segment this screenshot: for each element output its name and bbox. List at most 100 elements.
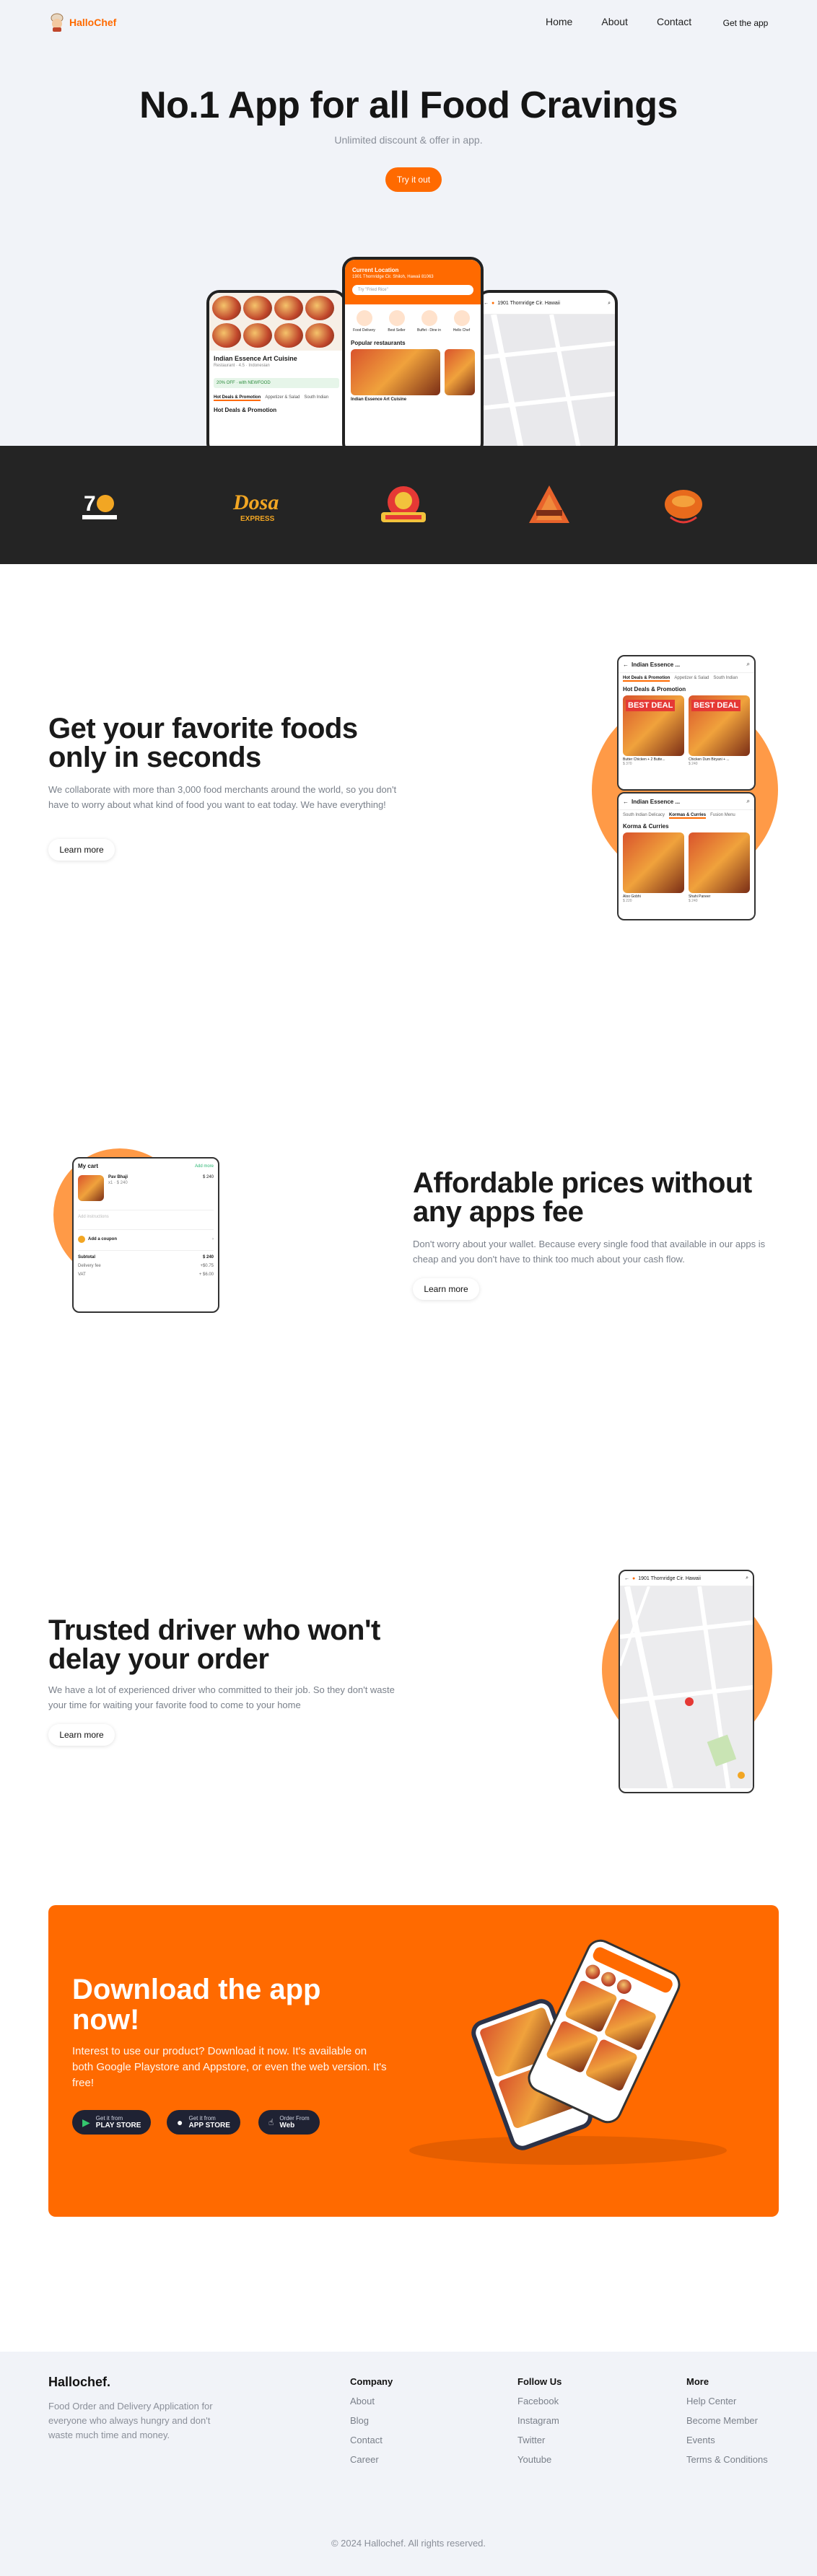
feature-1-screen-top: ← Indian Essence ... ⌕ Hot Deals & Promo… xyxy=(617,655,756,791)
footer: Hallochef. Food Order and Delivery Appli… xyxy=(0,2352,817,2576)
hero-subtitle: Unlimited discount & offer in app. xyxy=(334,134,483,146)
footer-column-more: More Help Center Become Member Events Te… xyxy=(686,2376,768,2474)
section-title: Hot Deals & Promotion xyxy=(214,407,277,413)
location-pin-icon: ● xyxy=(491,301,495,306)
download-phones-illustration xyxy=(409,1935,727,2194)
back-arrow-icon[interactable]: ← xyxy=(623,799,629,805)
search-icon[interactable]: ⌕ xyxy=(608,301,611,307)
location-pin-icon: ● xyxy=(632,1575,636,1581)
footer-link-blog[interactable]: Blog xyxy=(350,2415,393,2426)
apple-icon: ● xyxy=(177,2116,183,2128)
search-icon[interactable]: ⌕ xyxy=(746,1575,748,1581)
search-icon[interactable]: ⌕ xyxy=(747,798,750,805)
current-location-title: Current Location xyxy=(352,267,399,273)
footer-column-title: Follow Us xyxy=(517,2376,562,2387)
category-best-seller[interactable]: Best Seller xyxy=(383,310,411,333)
footer-link-youtube[interactable]: Youtube xyxy=(517,2454,562,2465)
current-location-address: 1901 Thornridge Cir. Shiloh, Hawaii 8106… xyxy=(352,275,434,279)
search-input[interactable]: Try "Fried Rice" xyxy=(352,285,473,295)
order-from-web-button[interactable]: ☝ Order From Web xyxy=(258,2110,320,2135)
hero-title: No.1 App for all Food Cravings xyxy=(139,84,678,126)
brand-logo-yumn-chef xyxy=(658,480,709,531)
coupon-row[interactable]: Add a coupon › xyxy=(78,1229,214,1243)
add-more-link[interactable]: Add more xyxy=(195,1164,214,1169)
app-store-button[interactable]: ● Get it from APP STORE xyxy=(167,2110,240,2135)
back-arrow-icon[interactable]: ← xyxy=(623,661,629,668)
footer-column-title: Company xyxy=(350,2376,393,2387)
map-view[interactable] xyxy=(620,1586,753,1788)
footer-link-about[interactable]: About xyxy=(350,2396,393,2406)
footer-link-become-member[interactable]: Become Member xyxy=(686,2415,768,2426)
back-arrow-icon[interactable]: ← xyxy=(624,1576,629,1581)
footer-column-title: More xyxy=(686,2376,709,2387)
category-buffet[interactable]: Buffet - Dine in xyxy=(415,310,444,333)
cart-item-name: Pav Bhaji xyxy=(108,1175,128,1179)
tab-hot-deals[interactable]: Hot Deals & Promotion xyxy=(623,676,670,682)
map-address: 1901 Thornridge Cir. Hawaii xyxy=(638,1575,701,1581)
category-food-delivery[interactable]: Food Delivery xyxy=(350,310,379,333)
tab-south-indian[interactable]: South Indian xyxy=(713,676,738,682)
hero-phone-center: Current Location 1901 Thornridge Cir. Sh… xyxy=(342,257,484,446)
download-banner: Download the app now! Interest to use ou… xyxy=(48,1905,779,2217)
footer-link-help-center[interactable]: Help Center xyxy=(686,2396,768,2406)
search-icon[interactable]: ⌕ xyxy=(747,661,750,668)
dish-card[interactable]: Aloo Gobhi $ 220 xyxy=(623,832,684,903)
footer-link-instagram[interactable]: Instagram xyxy=(517,2415,562,2426)
feature-2-learn-more-button[interactable]: Learn more xyxy=(413,1278,479,1300)
top-nav: HalloChef Home About Contact Get the app xyxy=(0,0,817,45)
tab-kormas[interactable]: Kormas & Curries xyxy=(669,813,707,819)
back-arrow-icon[interactable]: ← xyxy=(484,301,489,306)
download-title: Download the app now! xyxy=(72,1974,321,2036)
food-grid-image xyxy=(209,293,344,351)
feature-1-learn-more-button[interactable]: Learn more xyxy=(48,839,115,861)
footer-link-twitter[interactable]: Twitter xyxy=(517,2435,562,2445)
feature-2-description: Don't worry about your wallet. Because e… xyxy=(413,1239,766,1265)
footer-link-career[interactable]: Career xyxy=(350,2454,393,2465)
dish-card[interactable]: Shahi Paneer $ 240 xyxy=(689,832,750,903)
feature-2-title: Affordable prices without any apps fee xyxy=(413,1167,752,1228)
promo-banner: 20% OFF · with NEWFOOD xyxy=(214,378,339,388)
try-it-out-button[interactable]: Try it out xyxy=(385,167,442,192)
chef-logo-icon xyxy=(51,13,64,32)
logo-text: HalloChef xyxy=(69,17,117,28)
tab-hot-deals[interactable]: Hot Deals & Promotion xyxy=(214,395,261,401)
hero-phone-left: Indian Essence Art Cuisine Restaurant · … xyxy=(206,290,346,446)
svg-text:Dosa: Dosa xyxy=(232,491,279,514)
nav-links: Home About Contact xyxy=(546,16,691,27)
footer-link-facebook[interactable]: Facebook xyxy=(517,2396,562,2406)
restaurant-card[interactable]: Indian Essence Art Cuisine xyxy=(351,349,440,402)
feature-3-learn-more-button[interactable]: Learn more xyxy=(48,1724,115,1746)
footer-link-terms[interactable]: Terms & Conditions xyxy=(686,2454,768,2465)
restaurant-card[interactable] xyxy=(444,349,475,402)
footer-link-events[interactable]: Events xyxy=(686,2435,768,2445)
brand-logo-golden-spice xyxy=(524,480,574,531)
download-description: Interest to use our product? Download it… xyxy=(72,2045,387,2089)
chevron-right-icon: › xyxy=(212,1237,214,1241)
tab-fusion[interactable]: Fusion Menu xyxy=(710,813,735,819)
category-tabs: Hot Deals & Promotion Appetizer & Salad … xyxy=(214,395,339,401)
screen-title: Indian Essence ... xyxy=(632,798,681,805)
hero-phone-right: ← ● 1901 Thornridge Cir. Hawaii ⌕ xyxy=(476,290,618,446)
restaurant-meta: Restaurant · 4.5 · Indonesian xyxy=(214,364,270,368)
screen-tabs: South Indian Delicacy Kormas & Curries F… xyxy=(619,810,754,822)
tab-south-indian-delicacy[interactable]: South Indian Delicacy xyxy=(623,813,665,819)
nav-link-contact[interactable]: Contact xyxy=(657,16,691,27)
play-store-button[interactable]: ▶ Get it from PLAY STORE xyxy=(72,2110,152,2135)
feature-3-title: Trusted driver who won't delay your orde… xyxy=(48,1614,380,1675)
play-icon: ▶ xyxy=(82,2116,90,2128)
tab-appetizer[interactable]: Appetizer & Salad xyxy=(265,395,300,401)
instructions-input[interactable]: Add instructions xyxy=(78,1210,214,1219)
deal-card[interactable]: BEST DEAL Chicken Dum Biryani + ... $ 24… xyxy=(689,695,750,766)
tab-appetizer[interactable]: Appetizer & Salad xyxy=(674,676,709,682)
nav-link-about[interactable]: About xyxy=(601,16,628,27)
logo[interactable]: HalloChef xyxy=(49,13,116,32)
deal-card[interactable]: BEST DEAL Butter Chicken + 2 Butte... $ … xyxy=(623,695,684,766)
get-the-app-button[interactable]: Get the app xyxy=(710,13,781,33)
category-hello-chef[interactable]: Hello Chef xyxy=(447,310,476,333)
nav-link-home[interactable]: Home xyxy=(546,16,572,27)
tab-south-indian[interactable]: South Indian xyxy=(304,395,328,401)
section-title: Hot Deals & Promotion xyxy=(623,686,686,693)
footer-link-contact[interactable]: Contact xyxy=(350,2435,393,2445)
map-view[interactable] xyxy=(479,315,615,446)
coupon-icon xyxy=(78,1236,85,1243)
